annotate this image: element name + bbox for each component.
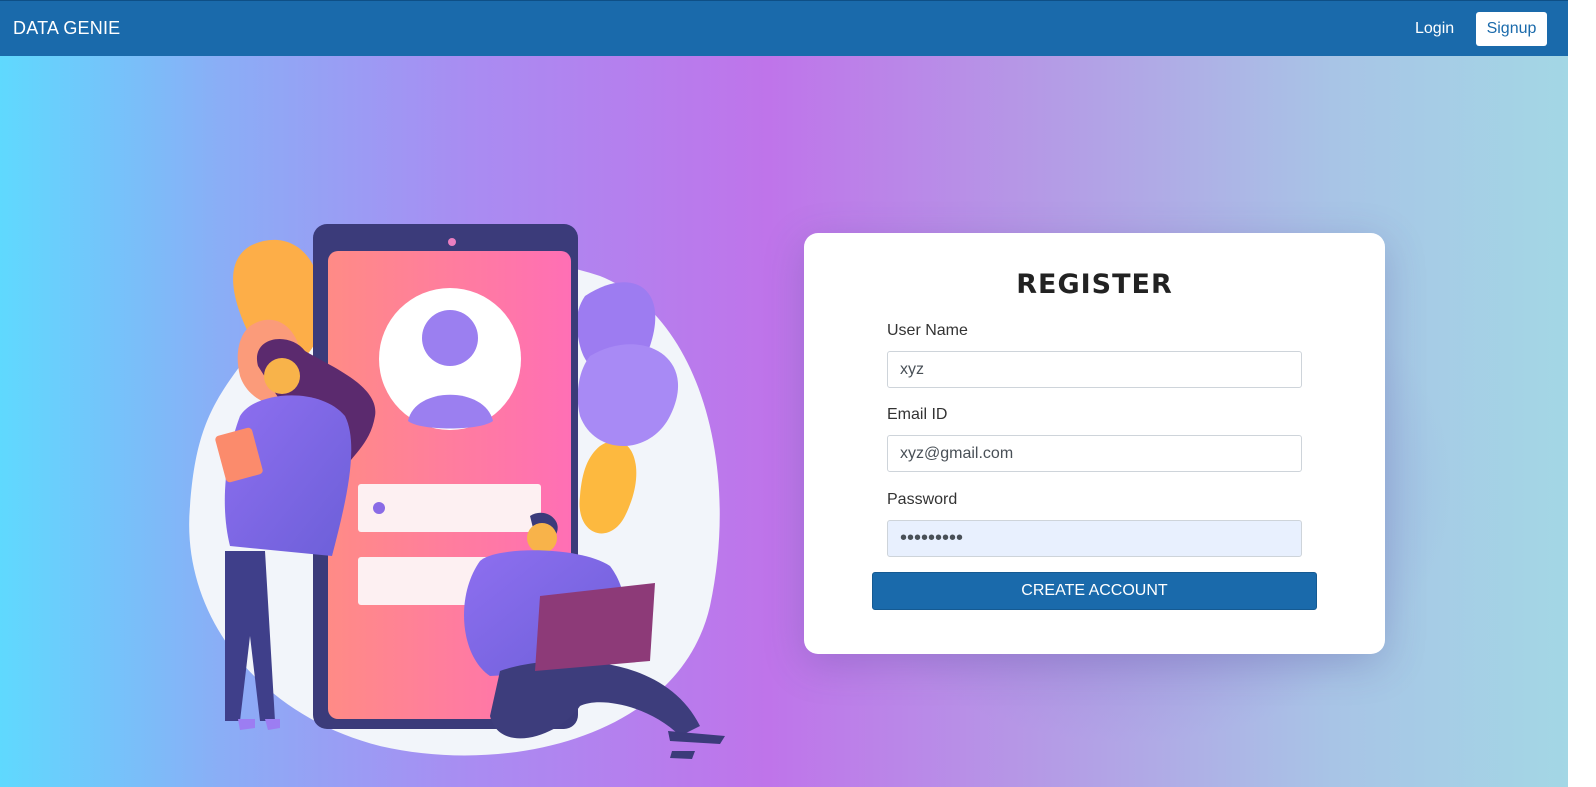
password-input[interactable] [887, 520, 1302, 557]
create-account-button[interactable]: CREATE ACCOUNT [872, 572, 1317, 610]
register-card: REGISTER User Name Email ID Password CRE… [804, 233, 1385, 654]
hero-section: REGISTER User Name Email ID Password CRE… [0, 56, 1568, 787]
password-label: Password [887, 491, 958, 508]
registration-illustration [189, 224, 725, 759]
signup-button[interactable]: Signup [1476, 12, 1547, 46]
brand-logo[interactable]: DATA GENIE [13, 18, 120, 39]
email-label: Email ID [887, 406, 948, 423]
username-input[interactable] [887, 351, 1302, 388]
phone-input-dot-shape [373, 502, 385, 514]
phone-camera-shape [448, 238, 456, 246]
page-scrollbar[interactable] [1568, 0, 1596, 787]
user-avatar-icon [379, 288, 521, 430]
username-label: User Name [887, 322, 968, 339]
register-title: REGISTER [1016, 269, 1173, 300]
phone-input-bar-shape [358, 484, 541, 532]
top-navbar: DATA GENIE Login Signup [0, 0, 1568, 56]
email-input[interactable] [887, 435, 1302, 472]
login-link[interactable]: Login [1415, 20, 1454, 38]
